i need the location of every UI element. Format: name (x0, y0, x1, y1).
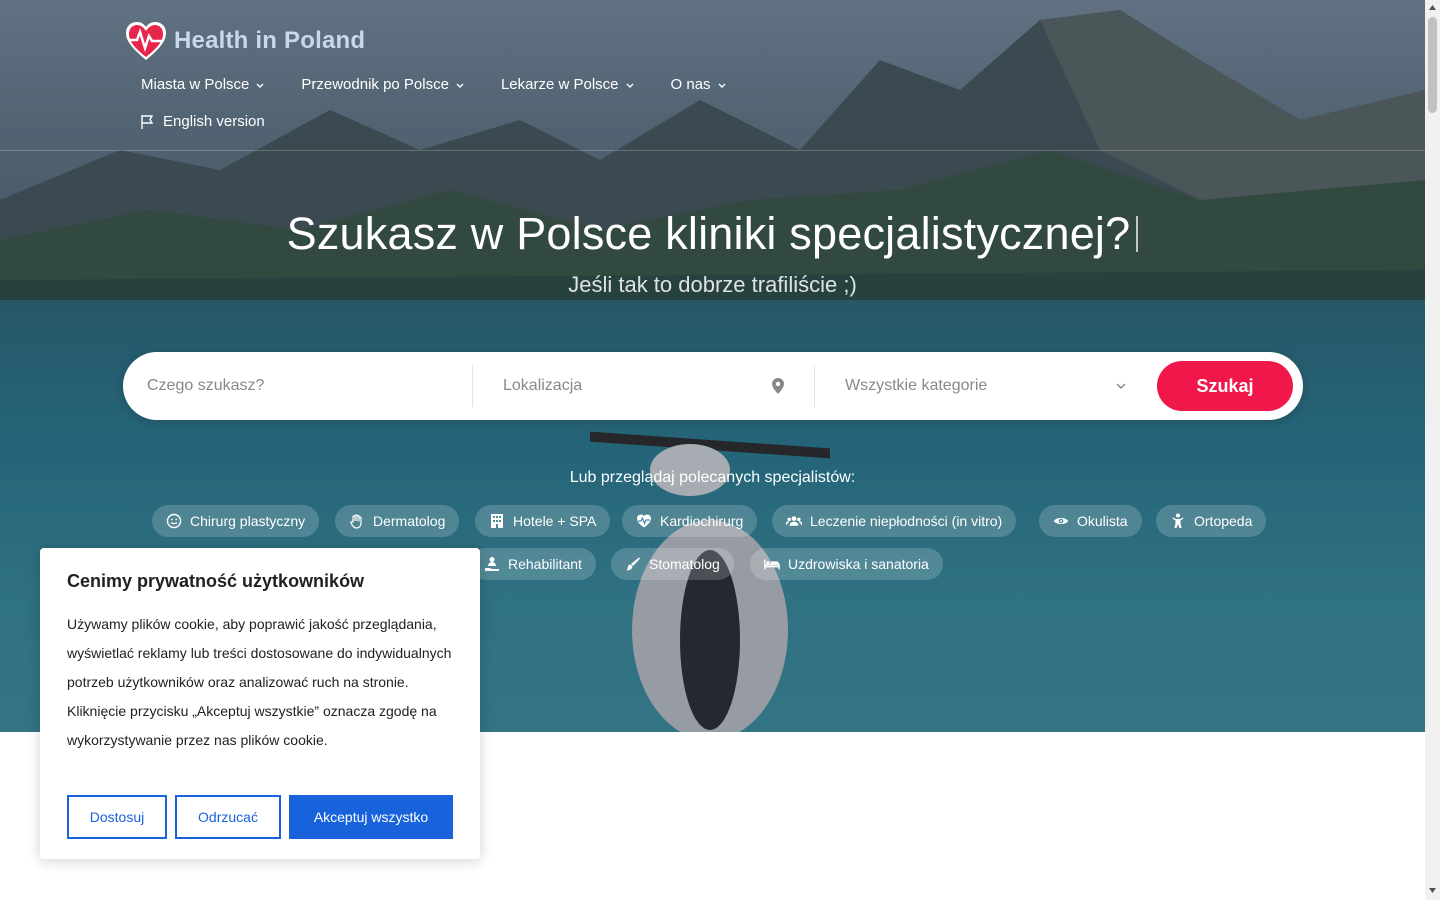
chip-rehabilitant[interactable]: Rehabilitant (470, 548, 596, 580)
main-nav: Miasta w Polsce Przewodnik po Polsce Lek… (141, 76, 763, 93)
building-icon (491, 514, 503, 528)
location-input[interactable] (503, 377, 763, 395)
typing-cursor (1136, 216, 1139, 252)
chevron-down-icon (1116, 383, 1126, 390)
chip-kardiochirurg[interactable]: Kardiochirurg (622, 505, 758, 537)
english-version-label: English version (163, 113, 265, 130)
search-bar: Wszystkie kategorie Szukaj (123, 352, 1303, 420)
chip-label: Ortopeda (1194, 513, 1253, 529)
nav-item-label: O nas (670, 76, 711, 93)
hero-headline-text: Szukasz w Polsce kliniki specjalistyczne… (286, 208, 1131, 259)
scroll-down-arrow-icon[interactable] (1428, 886, 1437, 895)
cookie-buttons: Dostosuj Odrzucać Akceptuj wszystko (67, 795, 453, 839)
chip-dermatolog[interactable]: Dermatolog (335, 505, 460, 537)
hero-headline: Szukasz w Polsce kliniki specjalistyczne… (0, 208, 1425, 260)
chip-leczenie-nieplodnosci[interactable]: Leczenie niepłodności (in vitro) (772, 505, 1017, 537)
person-icon (1172, 513, 1184, 528)
chip-label: Hotele + SPA (513, 513, 597, 529)
browse-specialists-label: Lub przeglądaj polecanych specjalistów: (569, 469, 856, 486)
chip-chirurg-plastyczny[interactable]: Chirurg plastyczny (152, 505, 320, 537)
chevron-down-icon (626, 83, 634, 88)
chip-okulista[interactable]: Okulista (1039, 505, 1142, 537)
reject-button[interactable]: Odrzucać (175, 795, 281, 839)
chip-hotele-spa[interactable]: Hotele + SPA (475, 505, 611, 537)
nav-item-o-nas[interactable]: O nas (671, 76, 727, 93)
scrollbar-thumb[interactable] (1428, 17, 1437, 113)
heartbeat-icon (637, 514, 651, 528)
chevron-down-icon (456, 83, 464, 88)
brand-name: Health in Poland (174, 27, 366, 54)
chip-label: Leczenie niepłodności (in vitro) (810, 513, 1003, 529)
nav-item-label: Przewodnik po Polsce (301, 76, 449, 93)
nav-item-przewodnik[interactable]: Przewodnik po Polsce (301, 76, 465, 93)
english-version-link[interactable]: English version (140, 113, 265, 130)
hero-subline: Jeśli tak to dobrze trafiliście ;) (568, 272, 857, 297)
header-divider (0, 150, 1425, 151)
eye-icon (1053, 518, 1069, 524)
nav-item-label: Miasta w Polsce (141, 76, 250, 93)
site-logo[interactable]: Health in Poland (124, 20, 365, 62)
flag-icon (141, 114, 154, 129)
chip-label: Uzdrowiska i sanatoria (788, 556, 929, 572)
cookie-title: Cenimy prywatność użytkowników (67, 571, 365, 591)
category-select-value: Wszystkie kategorie (845, 377, 988, 394)
nav-item-label: Lekarze w Polsce (500, 76, 619, 93)
category-select[interactable]: Wszystkie kategorie (815, 365, 1151, 407)
chevron-down-icon (256, 83, 264, 88)
brush-icon (626, 557, 640, 571)
accept-all-button[interactable]: Akceptuj wszystko (289, 795, 453, 839)
page-scrollbar[interactable] (1425, 0, 1440, 900)
customize-button[interactable]: Dostosuj (67, 795, 167, 839)
hand-icon (350, 514, 362, 529)
chip-label: Stomatolog (649, 556, 720, 572)
chip-uzdrowiska[interactable]: Uzdrowiska i sanatoria (750, 548, 943, 580)
nav-item-miasta[interactable]: Miasta w Polsce (141, 76, 265, 93)
chip-label: Kardiochirurg (660, 513, 744, 529)
chip-label: Okulista (1077, 513, 1128, 529)
map-pin-icon[interactable] (772, 378, 784, 394)
search-input[interactable] (147, 377, 407, 395)
search-location-field (473, 365, 815, 407)
scroll-up-arrow-icon[interactable] (1428, 3, 1437, 12)
smile-icon (166, 513, 182, 529)
chip-ortopeda[interactable]: Ortopeda (1156, 505, 1267, 537)
hand-holding-icon (485, 557, 499, 571)
search-button[interactable]: Szukaj (1157, 361, 1293, 411)
nav-item-lekarze[interactable]: Lekarze w Polsce (501, 76, 635, 93)
heart-pulse-icon (126, 22, 166, 60)
bed-icon (764, 559, 780, 570)
chip-label: Dermatolog (373, 513, 446, 529)
chevron-down-icon (718, 83, 726, 88)
search-what-field (123, 365, 473, 407)
chip-label: Rehabilitant (508, 556, 582, 572)
users-icon (786, 516, 802, 526)
cookie-consent-dialog: Cenimy prywatność użytkowników Używamy p… (40, 548, 480, 859)
cookie-text: Używamy plików cookie, aby poprawić jako… (67, 616, 452, 748)
chip-stomatolog[interactable]: Stomatolog (611, 548, 734, 580)
chip-label: Chirurg plastyczny (190, 513, 306, 529)
